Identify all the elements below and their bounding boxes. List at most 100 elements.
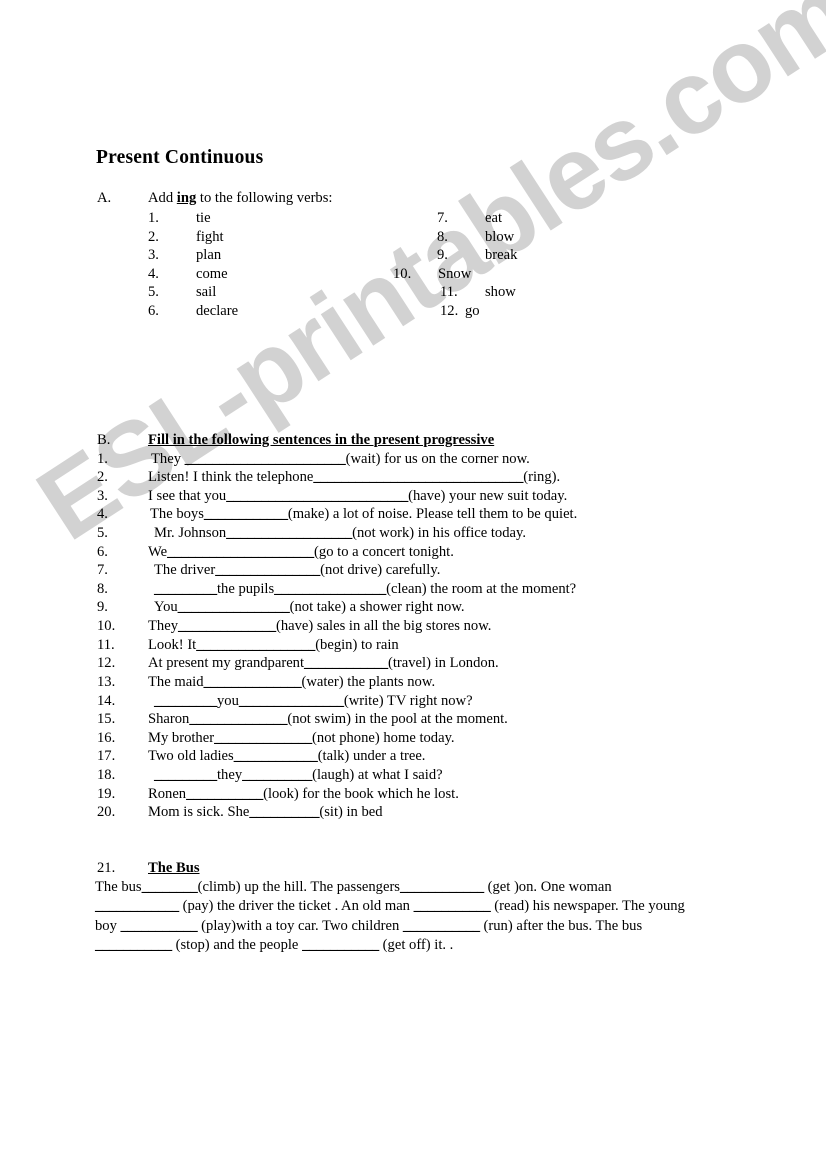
question-number: 12. [97,655,116,672]
question-text: Two old ladies____________(talk) under a… [148,748,425,765]
question-segment: We [148,543,168,560]
question-segment: (go to a concert tonight. [314,543,454,560]
answer-blank[interactable]: ________________ [178,599,290,615]
question-number: 6. [97,543,108,560]
question-number: 17. [97,748,116,765]
answer-blank[interactable]: ____________ [204,506,288,522]
section-a-instruction-after: to the following verbs: [196,190,333,206]
answer-blank[interactable]: ____________ [400,879,484,895]
answer-blank[interactable]: __________ [249,804,319,820]
answer-blank[interactable]: ____________ [234,748,318,764]
question-segment: (look) for the book which he lost. [263,785,459,802]
answer-blank[interactable]: _________ [154,581,217,597]
verb-word: blow [485,228,515,245]
verb-item-9: 9. break [437,247,517,264]
verb-word: eat [485,210,503,226]
verb-number: 9. [437,247,448,264]
verb-item-3: 3. plan [148,247,221,264]
answer-blank[interactable]: ____________ [95,898,179,914]
verb-number: 11. [440,284,458,301]
question-number: 14. [97,692,116,709]
question-segment: (laugh) at what I said? [312,767,443,784]
question-number: 15. [97,711,116,728]
answer-blank[interactable]: ____________ [304,655,388,671]
verb-item-8: 8. blow [437,229,514,246]
verb-item-10: 10. Snow [393,266,471,283]
question-number: 11. [97,636,115,653]
verb-number: 12. [440,303,459,319]
verb-number: 7. [437,210,448,226]
question-number: 9. [97,599,108,616]
answer-blank[interactable]: __________ [242,767,312,783]
section-b-heading: B. Fill in the following sentences in the… [97,432,494,449]
question-segment: Look! It [148,636,197,653]
answer-blank[interactable]: _______________ [239,693,344,709]
question-row: 7. The driver_______________(not drive) c… [97,562,440,579]
answer-blank[interactable]: ______________________________ [313,469,523,485]
question-row: 2. Listen! I think the telephone_________… [97,469,560,486]
question-number: 1. [97,450,108,467]
verb-word: plan [196,247,222,264]
answer-blank[interactable]: ______________ [214,730,312,746]
verb-item-4: 4. come [148,266,228,283]
question-row: 14. _________you_______________(write) TV… [97,693,473,710]
question-segment: Listen! I think the telephone [148,469,314,486]
answer-blank[interactable]: ___________ [414,898,491,914]
question-segment: The driver [154,562,216,579]
question-segment: (have) your new suit today. [408,487,568,504]
question-row: 18. _________they__________(laugh) at wha… [97,767,443,784]
question-row: 15. Sharon______________(not swim) in the… [97,711,508,728]
verb-item-2: 2. fight [148,229,224,246]
question-segment: (begin) to rain [315,636,399,653]
answer-blank[interactable]: ________ [142,879,198,895]
the-bus-paragraph: The bus________(climb) up the hill. The … [95,878,695,956]
answer-blank[interactable]: __________________ [226,525,352,541]
verb-item-7: 7. eat [437,210,502,227]
question-segment: Mr. Johnson [154,524,227,541]
answer-blank[interactable]: _________ [154,767,217,783]
question-number: 4. [97,506,108,523]
answer-blank[interactable]: _________ [154,693,217,709]
answer-blank[interactable]: __________________________ [226,488,408,504]
answer-blank[interactable]: ______________ [178,618,276,634]
answer-blank[interactable]: ___________ [121,918,198,934]
question-text: My brother______________(not phone) home… [148,730,455,747]
verb-word: break [485,247,518,264]
question-text: The driver_______________(not drive) car… [148,562,440,579]
question-segment: (clean) the room at the moment? [386,580,577,597]
worksheet-page: ESL-printables.com Present Continuous A.… [0,0,826,1169]
answer-blank[interactable]: ___________ [186,786,263,802]
page-title: Present Continuous [96,147,264,168]
question-row: 13. The maid______________(water) the pla… [97,674,435,691]
answer-blank[interactable]: ______________ [204,674,302,690]
paragraph-segment: (pay) the driver the ticket . An old man [178,898,414,915]
verb-number: 2. [148,228,159,245]
question-row: 20. Mom is sick. She__________(sit) in be… [97,804,383,821]
question-number: 2. [97,469,108,486]
verb-item-5: 5. sail [148,284,216,301]
question-number: 18. [97,767,116,784]
answer-blank[interactable]: ___________ [302,937,379,953]
question-segment: You [154,599,178,616]
question-text: They______________(have) sales in all th… [148,618,491,635]
answer-blank[interactable]: ______________ [189,711,287,727]
verb-item-6: 6. declare [148,303,238,320]
question-segment: Sharon [148,711,190,728]
section-c-heading: 21. The Bus [97,860,200,877]
question-number: 13. [97,673,116,690]
answer-blank[interactable]: _________________ [196,637,315,653]
question-row: 5. Mr. Johnson__________________(not work… [97,525,526,542]
answer-blank[interactable]: _____________________ [167,544,314,560]
answer-blank[interactable]: ________________ [274,581,386,597]
question-text: Mom is sick. She__________(sit) in bed [148,804,383,821]
answer-blank[interactable]: _______________________ [185,451,346,467]
question-number: 20. [97,804,116,821]
answer-blank[interactable]: ___________ [403,918,480,934]
answer-blank[interactable]: _______________ [215,562,320,578]
question-number: 3. [97,487,108,504]
answer-blank[interactable]: ___________ [95,937,172,953]
question-segment: My brother [148,729,215,746]
question-text: We_____________________(go to a concert … [148,544,454,561]
question-segment: They [151,450,185,467]
paragraph-segment: (get )on. One woman [483,879,612,895]
